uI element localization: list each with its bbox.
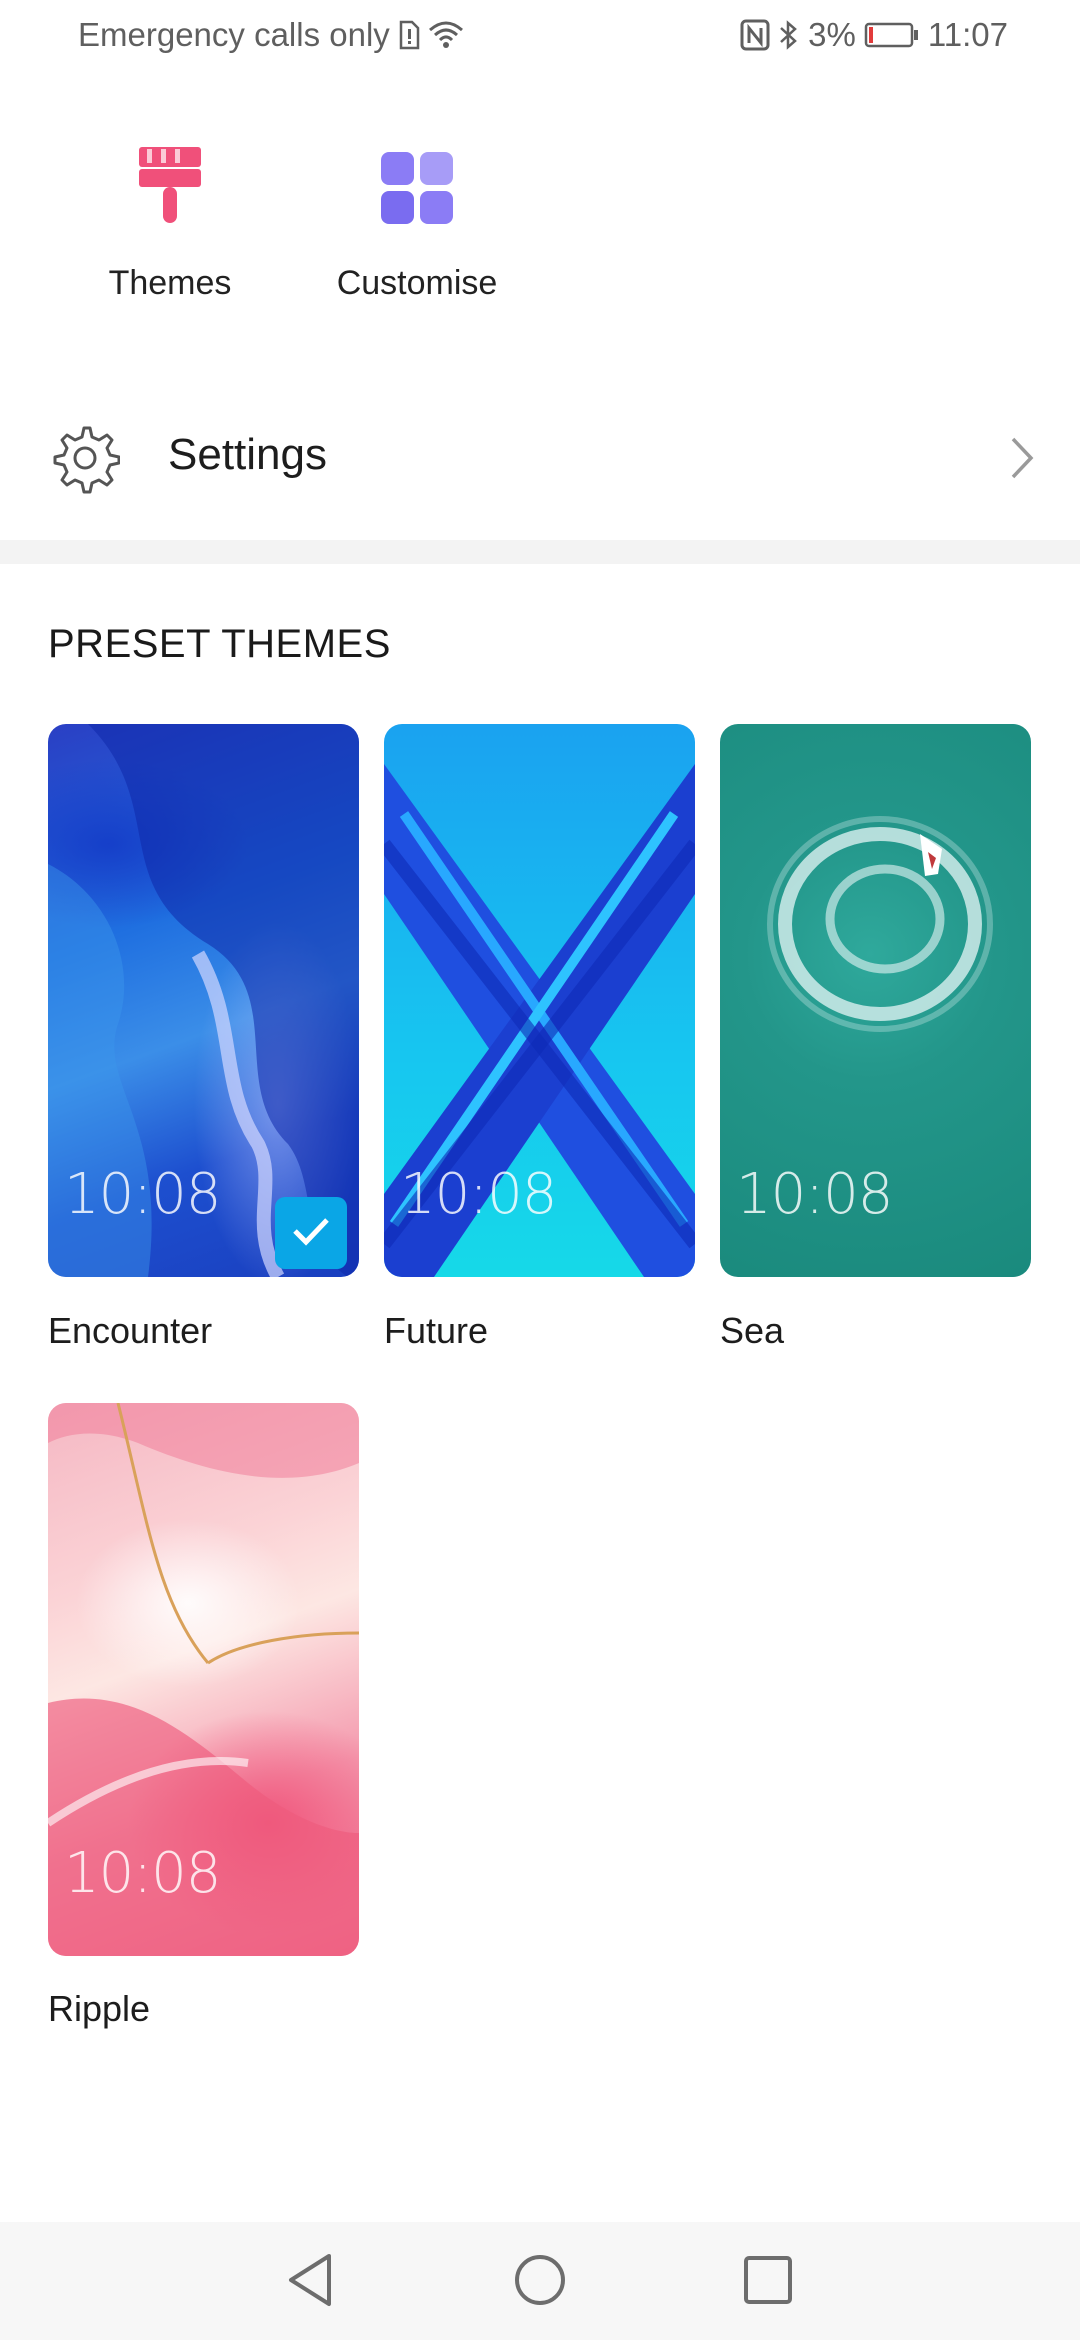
section-divider: [0, 540, 1080, 564]
nfc-icon: [740, 19, 770, 51]
home-circle-icon: [512, 2252, 568, 2313]
grid-icon: [379, 150, 455, 231]
clock: 11:07: [927, 16, 1008, 53]
theme-card-encounter[interactable]: 10:08: [48, 724, 359, 1277]
shortcuts: Themes Customise: [0, 140, 1080, 340]
status-right: 3% 11:07: [740, 16, 1008, 54]
back-button[interactable]: [280, 2252, 340, 2312]
theme-name-sea[interactable]: Sea: [720, 1310, 784, 1352]
theme-card-future[interactable]: 10:08: [384, 724, 695, 1277]
back-triangle-icon: [285, 2252, 335, 2313]
lockscreen-time: 10:08: [736, 1162, 893, 1227]
lockscreen-time: 10:08: [64, 1162, 221, 1227]
carrier-text: Emergency calls only: [78, 16, 390, 53]
bluetooth-icon: [778, 19, 800, 51]
status-left: Emergency calls only: [78, 16, 464, 54]
paint-brush-icon: [135, 143, 205, 238]
theme-name-future[interactable]: Future: [384, 1310, 488, 1352]
recent-apps-button[interactable]: [738, 2252, 798, 2312]
gear-icon: [48, 422, 121, 499]
wifi-icon: [428, 20, 464, 50]
themes-label: Themes: [108, 264, 232, 302]
customise-label: Customise: [336, 264, 498, 302]
lockscreen-time: 10:08: [400, 1162, 557, 1227]
status-bar: Emergency calls only 3% 11:07: [0, 0, 1080, 72]
battery-percent: 3%: [808, 16, 856, 53]
chevron-right-icon: [1008, 434, 1036, 487]
navigation-bar: [0, 2222, 1080, 2340]
theme-card-sea[interactable]: 10:08: [720, 724, 1031, 1277]
theme-name-ripple[interactable]: Ripple: [48, 1988, 150, 2030]
home-button[interactable]: [510, 2252, 570, 2312]
checkmark-icon: [291, 1215, 331, 1252]
selected-badge: [275, 1197, 347, 1269]
customise-shortcut[interactable]: Customise: [317, 140, 517, 303]
recent-square-icon: [742, 2254, 794, 2311]
theme-card-ripple[interactable]: 10:08: [48, 1403, 359, 1956]
themes-shortcut[interactable]: Themes: [70, 140, 270, 303]
settings-label: Settings: [168, 430, 327, 479]
no-sim-icon: [398, 20, 420, 50]
settings-row[interactable]: Settings: [0, 400, 1080, 516]
section-title: PRESET THEMES: [48, 622, 391, 666]
battery-icon: [864, 21, 920, 49]
lockscreen-time: 10:08: [64, 1841, 221, 1906]
theme-name-encounter[interactable]: Encounter: [48, 1310, 212, 1352]
